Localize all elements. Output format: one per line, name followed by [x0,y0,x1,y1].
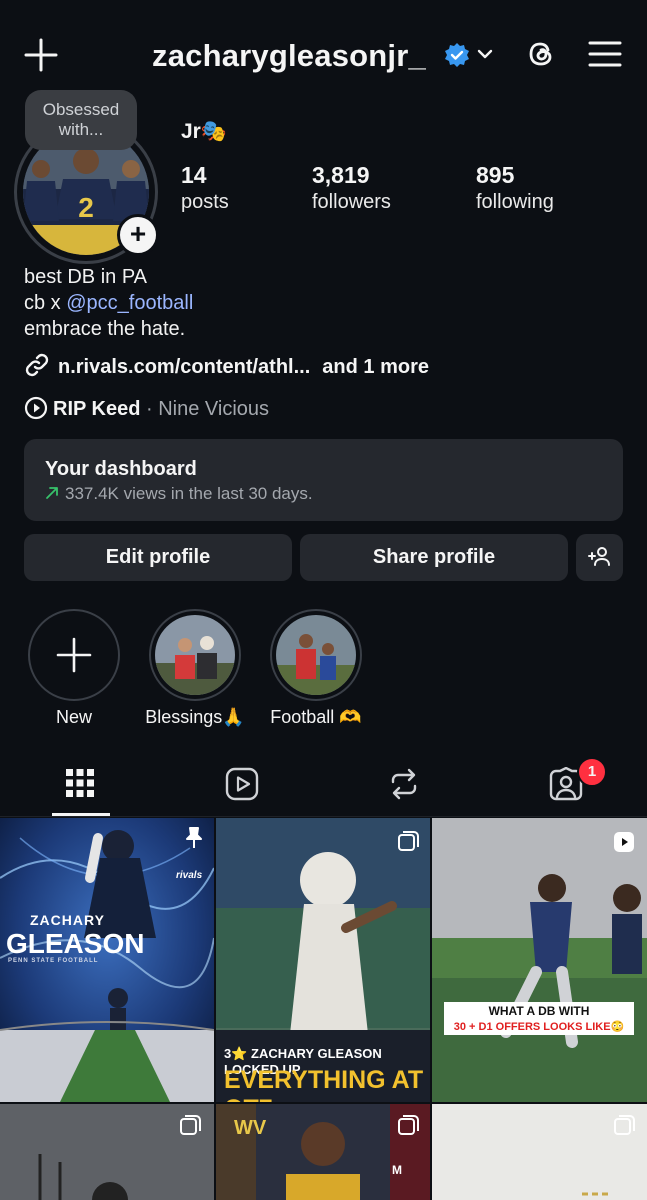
share-profile-button[interactable]: Share profile [300,534,568,581]
create-icon[interactable] [24,38,58,72]
svg-text:2: 2 [78,192,94,223]
bio-line-2: cb x @pcc_football [24,292,193,315]
dashboard-title: Your dashboard [45,458,197,480]
post1-name-big: GLEASON [6,928,145,959]
chevron-down-icon[interactable] [476,45,494,63]
grid-post-5[interactable]: WV M [216,1104,430,1200]
bio-line-1: best DB in PA [24,266,148,288]
carousel-icon [396,1114,420,1143]
reel-icon [612,830,636,859]
following-count[interactable]: 895 [476,162,514,189]
trend-up-icon [45,485,59,505]
threads-icon[interactable] [523,36,559,72]
highlight-label-new: New [55,707,92,727]
post1-brand: rivals [176,870,203,881]
dashboard-subtitle: 337.4K views in the last 30 days. [45,484,313,505]
carousel-icon [612,1114,636,1143]
highlight-label-blessings: Blessings🙏 [145,707,245,727]
followers-label[interactable]: followers [312,191,391,214]
add-story-button[interactable]: + [117,214,159,256]
menu-icon[interactable] [588,40,622,68]
full-name: Jr🎭 [181,120,227,143]
grid-post-1[interactable]: ZACHARY GLEASON PENN STATE FOOTBALL riva… [0,818,214,1102]
edit-profile-button[interactable]: Edit profile [24,534,292,581]
grid-post-2[interactable]: 3⭐ ZACHARY GLEASON LOCKED UP EVERYTHING … [216,818,430,1102]
bio-line-3: embrace the hate. [24,318,186,340]
profile-username[interactable]: zacharygleasonjr_ [152,38,426,74]
highlight-football-cover [276,615,356,695]
play-icon [24,396,48,426]
post2-line2: EVERYTHING AT OT7 [224,1066,424,1102]
plus-icon [56,637,92,678]
grid-tab-icon[interactable] [65,768,95,803]
highlight-blessings-cover [155,615,235,695]
dashboard-views-text: 337.4K views in the last 30 days. [65,484,313,503]
bio-link-text[interactable]: n.rivals.com/content/athl... [58,356,310,378]
grid-post-6[interactable] [432,1104,647,1200]
svg-text:M: M [392,1163,402,1177]
bio-link-more[interactable]: and 1 more [322,356,429,378]
music-title: RIP Keed [53,398,141,420]
post1-name-small: ZACHARY [30,912,105,928]
posts-count[interactable]: 14 [181,162,207,189]
followers-count[interactable]: 3,819 [312,162,370,189]
link-icon [24,352,50,384]
grid-post-3[interactable]: WHAT A DB WITH 30 + D1 OFFERS LOOKS LIKE… [432,818,647,1102]
post3-line2: 30 + D1 OFFERS LOOKS LIKE😳 [444,1018,634,1035]
bio-mention-link[interactable]: @pcc_football [66,292,193,314]
reposts-tab-icon[interactable] [387,767,421,806]
grid-post-4[interactable] [0,1104,214,1200]
following-label[interactable]: following [476,191,554,214]
carousel-icon [178,1114,202,1143]
highlight-label-football: Football 🫶 [270,707,362,727]
tagged-notification-badge: 1 [577,757,607,787]
carousel-icon [396,830,420,859]
discover-people-button[interactable] [576,534,623,581]
add-person-icon [587,547,610,566]
bio-prefix: cb x [24,292,67,314]
posts-label[interactable]: posts [181,191,229,214]
music-artist: · Nine Vicious [140,398,270,420]
reels-tab-icon[interactable] [225,767,259,806]
bio-link-row[interactable]: n.rivals.com/content/athl... and 1 more [24,352,429,384]
post1-sub: PENN STATE FOOTBALL [8,958,99,964]
profile-music-row[interactable]: RIP Keed · Nine Vicious [24,396,269,426]
verified-badge-icon [444,42,470,68]
svg-text:WV: WV [234,1117,267,1139]
tabs-divider [0,816,647,817]
profile-note[interactable]: Obsessed with... [25,90,137,150]
pin-icon [182,826,206,855]
